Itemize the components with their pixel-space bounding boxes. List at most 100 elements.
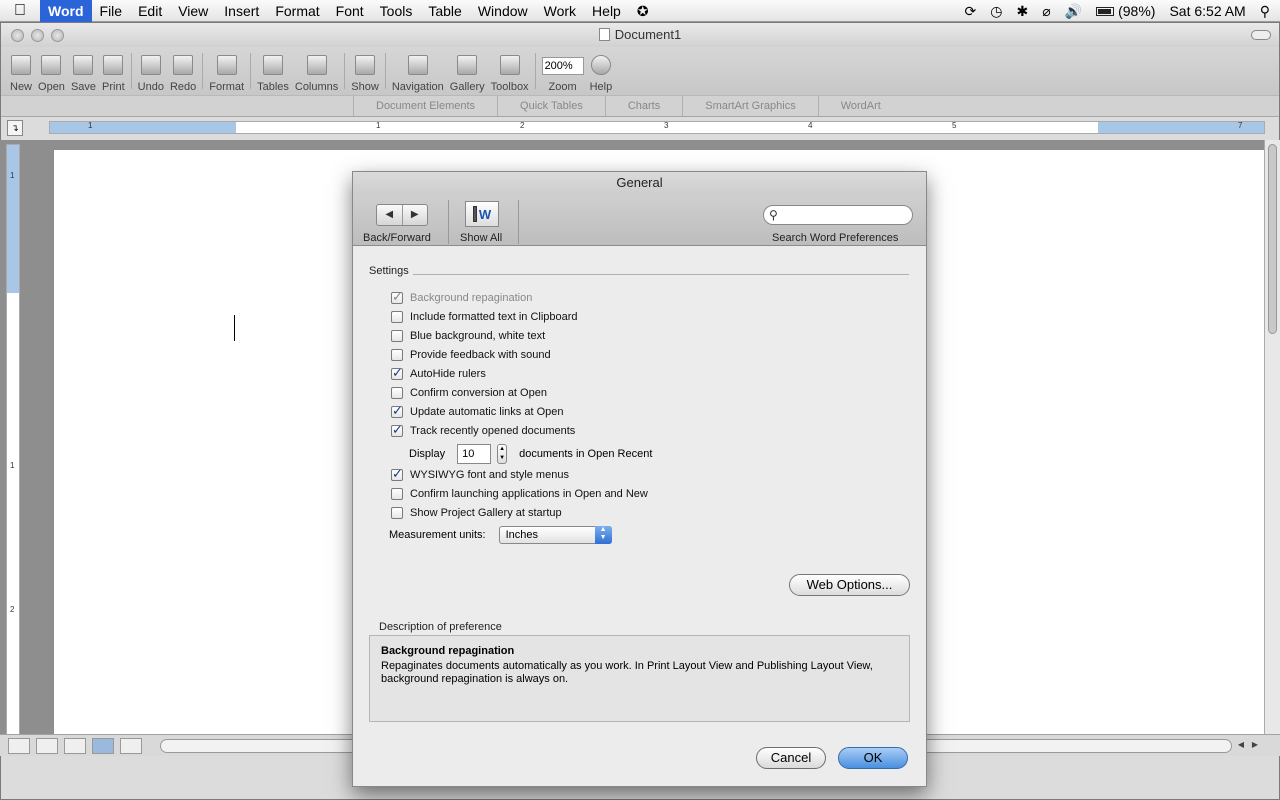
menu-word[interactable]: Word (40, 0, 92, 22)
tab-stop-selector[interactable]: ↴ (7, 120, 23, 136)
checkbox-box[interactable] (391, 422, 403, 438)
checkbox-project-gallery[interactable]: Show Project Gallery at startup (391, 505, 562, 521)
checkbox-update-links[interactable]: Update automatic links at Open (391, 403, 563, 420)
apple-menu-icon[interactable]:  (0, 2, 40, 20)
measurement-units-select[interactable]: Inches ▲ ▼ (498, 526, 612, 544)
toolbar-divider (250, 53, 252, 89)
menu-tools[interactable]: Tools (372, 0, 421, 22)
forward-arrow-icon[interactable]: ▶ (403, 205, 428, 225)
tab-smartart-graphics[interactable]: SmartArt Graphics (682, 96, 817, 116)
spotlight-icon[interactable]: ⚲ (1260, 3, 1270, 20)
recent-count-field[interactable]: 10 (457, 444, 492, 464)
checkbox-box[interactable] (391, 403, 403, 419)
ruler-number: 1 (10, 461, 15, 470)
checkbox-blue-background[interactable]: Blue background, white text (391, 328, 545, 344)
tab-quick-tables[interactable]: Quick Tables (497, 96, 605, 116)
menu-view[interactable]: View (170, 0, 216, 22)
checkbox-include-formatted-text[interactable]: Include formatted text in Clipboard (391, 309, 578, 325)
menu-help[interactable]: Help (584, 0, 629, 22)
menu-font[interactable]: Font (328, 0, 372, 22)
new-button[interactable]: New (7, 47, 35, 95)
draft-view-button[interactable] (8, 738, 30, 754)
publishing-view-button[interactable] (64, 738, 86, 754)
vertical-ruler[interactable]: 1 1 2 (6, 144, 20, 740)
menu-table[interactable]: Table (420, 0, 469, 22)
description-title: Background repagination (381, 645, 515, 657)
cancel-button[interactable]: Cancel (756, 747, 826, 769)
close-button[interactable] (11, 29, 24, 42)
toolbar-divider (448, 200, 449, 244)
checkbox-box[interactable] (391, 488, 403, 500)
scroll-thumb[interactable] (1268, 144, 1277, 334)
web-options-button[interactable]: Web Options... (789, 574, 910, 596)
back-arrow-icon[interactable]: ◀ (377, 205, 403, 225)
print-layout-view-button[interactable] (92, 738, 114, 754)
scroll-right-icon[interactable]: ▶ (1248, 738, 1262, 752)
menu-format[interactable]: Format (267, 0, 327, 22)
checkbox-feedback-sound[interactable]: Provide feedback with sound (391, 347, 551, 363)
open-button[interactable]: Open (35, 47, 68, 95)
zoom-control[interactable]: 200% Zoom (539, 47, 587, 95)
redo-button[interactable]: Redo (167, 47, 199, 95)
horizontal-ruler[interactable]: 1 1 2 3 4 5 7 (49, 121, 1265, 134)
show-all-label[interactable]: Show All (460, 232, 502, 244)
menu-edit[interactable]: Edit (130, 0, 170, 22)
columns-button[interactable]: Columns (292, 47, 341, 95)
show-button[interactable]: Show (348, 47, 382, 95)
navigation-button[interactable]: Navigation (389, 47, 447, 95)
toolbox-button[interactable]: Toolbox (488, 47, 532, 95)
checkbox-box[interactable] (391, 387, 403, 399)
tab-charts[interactable]: Charts (604, 96, 682, 116)
menu-file[interactable]: File (92, 0, 131, 22)
toolbar-divider (344, 53, 346, 89)
menu-insert[interactable]: Insert (216, 0, 267, 22)
checkbox-box[interactable] (391, 330, 403, 342)
clock[interactable]: Sat 6:52 AM (1169, 3, 1245, 19)
checkbox-wysiwyg-menus[interactable]: WYSIWYG font and style menus (391, 466, 569, 483)
menu-window[interactable]: Window (470, 0, 536, 22)
scroll-left-icon[interactable]: ◀ (1234, 738, 1248, 752)
show-all-icon[interactable]: W (465, 201, 499, 227)
vertical-scrollbar[interactable] (1264, 140, 1280, 756)
document-icon (598, 28, 610, 41)
tab-wordart[interactable]: WordArt (817, 96, 903, 116)
tables-button[interactable]: Tables (254, 47, 292, 95)
checkbox-autohide-rulers[interactable]: AutoHide rulers (391, 365, 486, 382)
bluetooth-icon[interactable]: ✱ (1016, 3, 1028, 20)
volume-icon[interactable]: 🔊 (1065, 3, 1082, 20)
format-painter-button[interactable]: Format (206, 47, 247, 95)
zoom-button[interactable] (51, 29, 64, 42)
minimize-button[interactable] (31, 29, 44, 42)
dialog-toolbar: ◀ ▶ Back/Forward W Show All ⚲ Search Wor… (353, 196, 926, 246)
checkbox-box[interactable] (391, 311, 403, 323)
checkbox-confirm-launching[interactable]: Confirm launching applications in Open a… (391, 486, 648, 502)
ok-button[interactable]: OK (838, 747, 908, 769)
checkbox-box[interactable] (391, 365, 403, 381)
script-menu-icon[interactable]: ✪ (629, 0, 657, 22)
checkbox-track-recent[interactable]: Track recently opened documents (391, 422, 575, 439)
sync-icon[interactable]: ⟳ (965, 3, 977, 20)
gallery-button[interactable]: Gallery (447, 47, 488, 95)
time-machine-icon[interactable]: ◷ (990, 3, 1002, 20)
notebook-view-button[interactable] (120, 738, 142, 754)
toolbar-toggle-button[interactable] (1251, 30, 1271, 40)
print-button[interactable]: Print (99, 47, 128, 95)
checkbox-box[interactable] (391, 349, 403, 361)
help-button[interactable]: Help (587, 47, 616, 95)
checkbox-box[interactable] (391, 507, 403, 519)
checkbox-box[interactable] (391, 466, 403, 482)
undo-button[interactable]: Undo (135, 47, 167, 95)
checkbox-confirm-conversion[interactable]: Confirm conversion at Open (391, 385, 547, 401)
search-preferences-input[interactable]: ⚲ (763, 205, 913, 225)
wifi-icon[interactable]: ⌀ (1042, 3, 1050, 20)
battery-status[interactable]: (98%) (1096, 3, 1155, 19)
recent-count-stepper[interactable]: ▲ ▼ (497, 444, 508, 464)
outline-view-button[interactable] (36, 738, 58, 754)
save-button[interactable]: Save (68, 47, 99, 95)
redo-arrow-icon (173, 55, 194, 75)
back-forward-control[interactable]: ◀ ▶ (376, 204, 428, 226)
zoom-field[interactable]: 200% (541, 57, 584, 75)
left-margin-area (50, 122, 236, 133)
menu-work[interactable]: Work (536, 0, 584, 22)
tab-document-elements[interactable]: Document Elements (353, 96, 497, 116)
